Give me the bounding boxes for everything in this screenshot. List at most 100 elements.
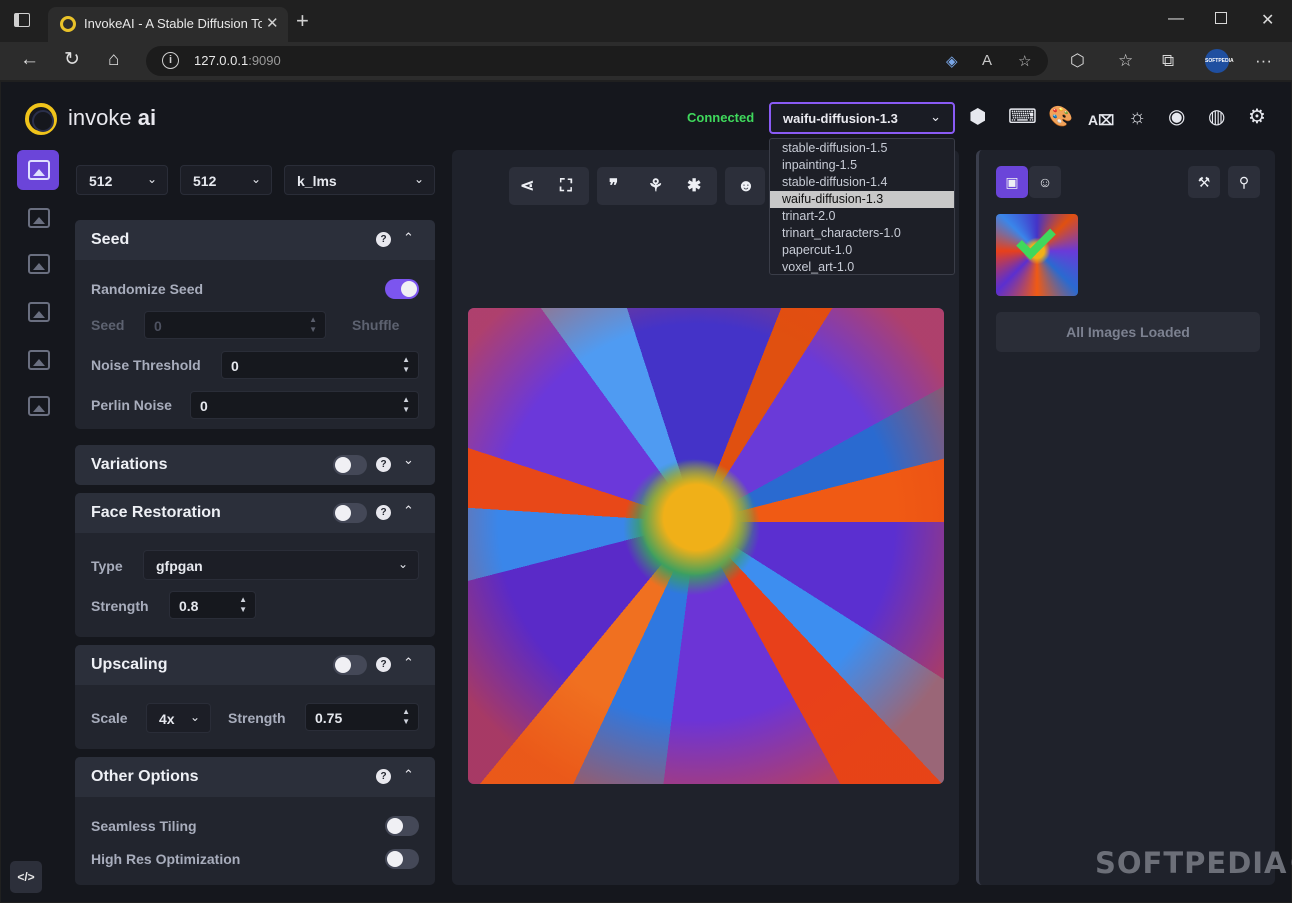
- upscale-scale-select[interactable]: 4x ⌄: [146, 703, 211, 733]
- generated-image[interactable]: [468, 308, 944, 784]
- stepper-icon[interactable]: ▲ ▼: [309, 315, 317, 335]
- chevron-up-icon[interactable]: ⌃: [403, 503, 414, 519]
- tag-icon[interactable]: ◈: [946, 52, 958, 70]
- seed-input[interactable]: 0 ▲ ▼: [144, 311, 326, 339]
- theme-palette-icon[interactable]: 🎨: [1048, 106, 1073, 128]
- chevron-up-icon[interactable]: ⌃: [403, 655, 414, 671]
- help-icon[interactable]: ?: [376, 505, 391, 520]
- close-window-icon[interactable]: ✕: [1261, 10, 1274, 30]
- seed-panel-header[interactable]: Seed ? ⌃: [75, 220, 435, 260]
- maximize-icon[interactable]: [1215, 12, 1227, 24]
- url-field[interactable]: i 127.0.0.1:9090 ◈ A ☆: [146, 46, 1048, 76]
- model-option-selected[interactable]: waifu-diffusion-1.3: [770, 191, 954, 208]
- shuffle-button[interactable]: Shuffle: [352, 317, 399, 333]
- browser-tab[interactable]: InvokeAI - A Stable Diffusion Toolkit ✕: [48, 7, 288, 42]
- all-images-loaded-button[interactable]: All Images Loaded: [996, 312, 1260, 352]
- github-icon[interactable]: ◉: [1168, 106, 1185, 128]
- height-select[interactable]: 512 ⌄: [180, 165, 272, 195]
- use-all-asterisk-icon[interactable]: ✱: [687, 176, 701, 196]
- collections-icon[interactable]: ⧉: [1162, 51, 1174, 71]
- minimize-icon[interactable]: —: [1168, 10, 1184, 28]
- nav-training[interactable]: [17, 386, 59, 426]
- chevron-down-icon[interactable]: ⌄: [403, 452, 414, 468]
- gallery-settings-wrench-icon[interactable]: ⚒: [1188, 166, 1220, 198]
- help-icon[interactable]: ?: [376, 232, 391, 247]
- add-favorite-icon[interactable]: ☆: [1018, 52, 1031, 70]
- stepper-icon[interactable]: ▲ ▼: [239, 595, 247, 615]
- stepper-icon[interactable]: ▲ ▼: [402, 395, 410, 415]
- share-icon[interactable]: ⋖: [520, 176, 534, 196]
- sampler-select[interactable]: k_lms ⌄: [284, 165, 435, 195]
- help-icon[interactable]: ?: [376, 657, 391, 672]
- close-tab-icon[interactable]: ✕: [266, 14, 279, 32]
- url-text[interactable]: 127.0.0.1:9090: [194, 53, 281, 68]
- help-icon[interactable]: ?: [376, 769, 391, 784]
- site-info-icon[interactable]: i: [162, 52, 179, 69]
- high-res-toggle[interactable]: [385, 849, 419, 869]
- model-option[interactable]: stable-diffusion-1.4: [770, 174, 954, 191]
- use-prompt-quote-icon[interactable]: ❞: [609, 176, 618, 196]
- home-icon[interactable]: ⌂: [108, 50, 119, 70]
- gallery-pin-icon[interactable]: ⚲: [1228, 166, 1260, 198]
- nav-inpainting[interactable]: [17, 244, 59, 284]
- developer-console-button[interactable]: </>: [10, 861, 42, 893]
- model-select[interactable]: waifu-diffusion-1.3 ⌄: [769, 102, 955, 134]
- hotkeys-keyboard-icon[interactable]: ⌨: [1008, 106, 1037, 128]
- model-option[interactable]: inpainting-1.5: [770, 157, 954, 174]
- model-option[interactable]: voxel_art-1.0: [770, 259, 954, 276]
- upscale-strength-input[interactable]: 0.75 ▲ ▼: [305, 703, 419, 731]
- variations-toggle[interactable]: [333, 455, 367, 475]
- nav-unified-canvas[interactable]: [17, 292, 59, 332]
- perlin-noise-input[interactable]: 0 ▲ ▼: [190, 391, 419, 419]
- face-type-select[interactable]: gfpgan ⌄: [143, 550, 419, 580]
- new-tab-button[interactable]: +: [296, 10, 309, 32]
- stepper-icon[interactable]: ▲ ▼: [402, 707, 410, 727]
- chevron-up-icon[interactable]: ⌃: [403, 767, 414, 783]
- face-restore-icon[interactable]: ☻: [737, 176, 755, 196]
- profile-avatar[interactable]: SOFTPEDIA: [1205, 49, 1234, 73]
- chevron-down-icon: ⌄: [413, 172, 424, 186]
- nav-image-to-image[interactable]: [17, 198, 59, 238]
- extensions-icon[interactable]: ⬡: [1070, 51, 1085, 71]
- refresh-icon[interactable]: ↻: [64, 50, 80, 70]
- chevron-up-icon[interactable]: ⌃: [403, 230, 414, 246]
- language-icon[interactable]: A⌧: [1088, 109, 1114, 131]
- upscaling-toggle[interactable]: [333, 655, 367, 675]
- face-restoration-panel-header[interactable]: Face Restoration ? ⌃: [75, 493, 435, 533]
- face-restoration-toggle[interactable]: [333, 503, 367, 523]
- gallery-user-tab-icon[interactable]: ☺: [1029, 166, 1061, 198]
- noise-threshold-input[interactable]: 0 ▲ ▼: [221, 351, 419, 379]
- other-options-panel-header[interactable]: Other Options ? ⌃: [75, 757, 435, 797]
- tab-actions-icon[interactable]: [14, 13, 30, 27]
- upscaling-panel-header[interactable]: Upscaling ? ⌃: [75, 645, 435, 685]
- more-menu-icon[interactable]: ···: [1255, 51, 1272, 71]
- variations-panel-header[interactable]: Variations ? ⌄: [75, 445, 435, 485]
- nav-outpainting[interactable]: [17, 340, 59, 380]
- model-dropdown-list: stable-diffusion-1.5 inpainting-1.5 stab…: [769, 138, 955, 275]
- gallery-thumbnail[interactable]: [996, 214, 1078, 296]
- bug-report-icon[interactable]: ☼: [1128, 106, 1146, 128]
- favorites-icon[interactable]: ☆: [1118, 51, 1133, 71]
- use-seed-icon[interactable]: ⚘: [648, 176, 663, 196]
- model-option[interactable]: trinart-2.0: [770, 208, 954, 225]
- url-host: 127.0.0.1: [194, 53, 249, 68]
- model-option[interactable]: stable-diffusion-1.5: [770, 140, 954, 157]
- face-strength-input[interactable]: 0.8 ▲ ▼: [169, 591, 256, 619]
- model-option[interactable]: papercut-1.0: [770, 242, 954, 259]
- stepper-icon[interactable]: ▲ ▼: [402, 355, 410, 375]
- back-icon[interactable]: ←: [20, 50, 39, 70]
- nav-text-to-image[interactable]: [17, 150, 59, 190]
- logo-word-ai: ai: [137, 105, 157, 130]
- model-manager-cube-icon[interactable]: ⬢: [969, 106, 986, 128]
- width-select[interactable]: 512 ⌄: [76, 165, 168, 195]
- gallery-images-tab-icon[interactable]: ▣: [996, 166, 1028, 198]
- randomize-seed-toggle[interactable]: [385, 279, 419, 299]
- seamless-tiling-toggle[interactable]: [385, 816, 419, 836]
- model-option[interactable]: trinart_characters-1.0: [770, 225, 954, 242]
- settings-gear-icon[interactable]: ⚙: [1248, 106, 1266, 128]
- canvas-icon: [28, 302, 50, 322]
- help-icon[interactable]: ?: [376, 457, 391, 472]
- discord-icon[interactable]: ◍: [1208, 106, 1225, 128]
- read-aloud-icon[interactable]: A: [982, 52, 992, 69]
- fullscreen-icon[interactable]: ⛶: [560, 176, 572, 196]
